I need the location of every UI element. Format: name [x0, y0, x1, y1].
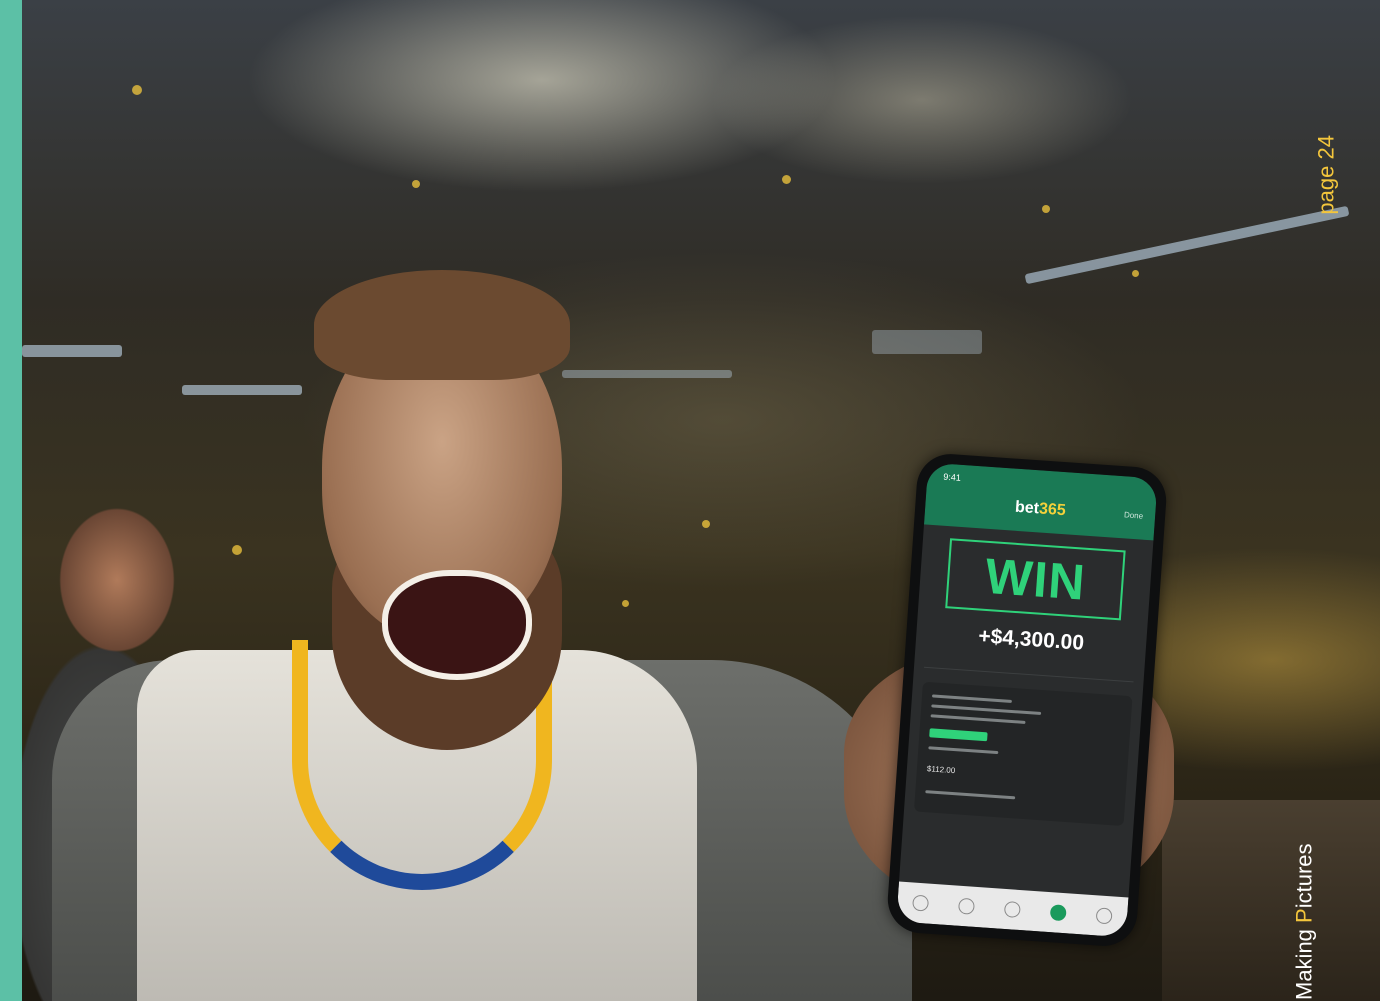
bet-detail-line	[931, 694, 1012, 703]
section-title: Making Pictures	[1292, 843, 1318, 1000]
close-button[interactable]: Done	[1124, 510, 1144, 520]
status-time: 9:41	[943, 471, 962, 483]
page-number-label: page 24	[1314, 135, 1340, 215]
arena-light	[182, 385, 302, 395]
confetti	[1132, 270, 1139, 277]
arena-rail	[1162, 800, 1380, 1001]
section-title-highlight: P	[1292, 908, 1317, 923]
bet-detail-line	[931, 704, 1042, 716]
confetti	[132, 85, 142, 95]
celebrating-man	[292, 270, 622, 760]
win-banner: WIN	[945, 538, 1126, 621]
brand-number: 365	[1038, 500, 1067, 520]
page-number: 24	[1314, 135, 1339, 160]
confetti	[1042, 205, 1050, 213]
tab-mybets-icon[interactable]	[1049, 904, 1067, 922]
app-header: 9:41 bet365 Done	[923, 462, 1158, 541]
confetti	[702, 520, 710, 528]
bet-detail-line	[928, 746, 999, 755]
confetti	[412, 180, 420, 188]
app-logo: bet365	[925, 492, 1156, 526]
man-open-mouth	[382, 570, 532, 680]
phone: 9:41 bet365 Done WIN +$4,300.00 $112.00	[885, 451, 1169, 949]
page-word: page	[1314, 165, 1339, 215]
man-hair	[314, 270, 570, 380]
tab-search-icon[interactable]	[1095, 907, 1113, 925]
confetti	[782, 175, 791, 184]
phone-screen: 9:41 bet365 Done WIN +$4,300.00 $112.00	[896, 462, 1158, 938]
stake-amount: $112.00	[926, 764, 956, 776]
section-title-part3: ictures	[1292, 843, 1317, 909]
brand-prefix: bet	[1014, 498, 1040, 518]
app-tab-bar	[896, 881, 1129, 938]
arena-light	[22, 345, 122, 357]
bet-slip-card: $112.00	[913, 681, 1133, 827]
teal-side-strip	[0, 0, 22, 1001]
tab-check-icon[interactable]	[957, 897, 976, 915]
arena-photo: 9:41 bet365 Done WIN +$4,300.00 $112.00	[22, 0, 1380, 1001]
bet-detail-line	[930, 714, 1026, 724]
arena-light	[872, 330, 982, 354]
payout-amount: +$4,300.00	[977, 624, 1085, 655]
bet-status-pill	[929, 728, 988, 742]
tab-home-icon[interactable]	[912, 894, 930, 912]
confetti	[232, 545, 242, 555]
section-title-part1: Making	[1292, 922, 1317, 1000]
confetti	[622, 600, 629, 607]
arena-light	[1024, 205, 1350, 285]
bet-detail-line	[925, 790, 1016, 800]
tab-list-icon[interactable]	[1003, 900, 1021, 919]
